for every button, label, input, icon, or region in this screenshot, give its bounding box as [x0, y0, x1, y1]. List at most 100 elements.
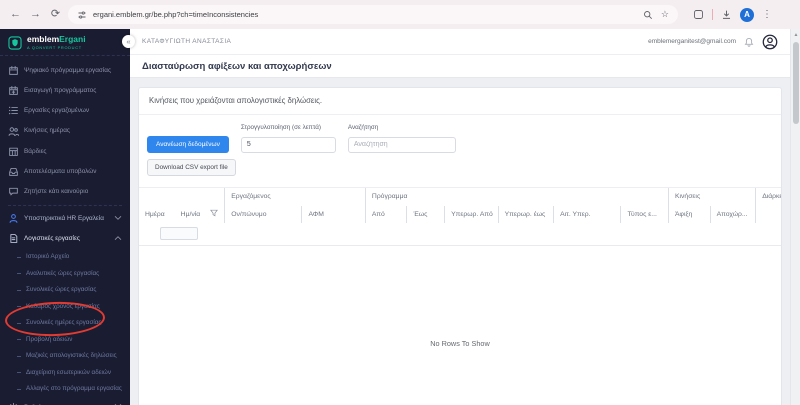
- search-field: Αναζήτηση: [347, 124, 456, 153]
- sidebar-item[interactable]: Ζητήστε κάτι καινούριο: [0, 181, 130, 201]
- grid-column-label: Υπερωρ. έως: [504, 210, 546, 218]
- brand-name: emblemErgani: [27, 34, 86, 44]
- sidebar-item-label: Ζητήστε κάτι καινούριο: [24, 187, 89, 195]
- chrome-actions: A ⋮: [693, 7, 772, 22]
- filter-funnel-icon[interactable]: [210, 209, 219, 219]
- scrollbar-thumb[interactable]: [793, 42, 799, 124]
- sidebar-subitem-label: Διαχείριση εσωτερικών αδειών: [26, 368, 111, 376]
- bullet-dash: [17, 322, 21, 324]
- grid-column-header[interactable]: ΑΦΜ: [301, 205, 364, 223]
- sidebar-subitem-link[interactable]: Διαχείριση εσωτερικών αδειών: [0, 365, 130, 382]
- grid-column-label: Αποχώρ...: [716, 210, 748, 218]
- bullet-dash: [17, 306, 21, 308]
- grid-column-label: Τύπος ε...: [627, 210, 657, 218]
- screen: ← → ⟳ ergani.emblem.gr/be.php?ch=timeInc…: [0, 0, 800, 405]
- sidebar-item[interactable]: Εργασίες εργαζομένων: [0, 101, 130, 121]
- sidebar-collapse-button[interactable]: «: [122, 35, 135, 48]
- sidebar-subitem-label: Προβολή αδειών: [26, 335, 73, 343]
- browser-chrome: ← → ⟳ ergani.emblem.gr/be.php?ch=timeInc…: [0, 0, 800, 29]
- grid-column-group: Εργαζόμενος: [224, 187, 365, 206]
- grid-column-label: Ημέρα: [145, 210, 165, 218]
- url-text: ergani.emblem.gr/be.php?ch=timeInconsist…: [93, 10, 259, 19]
- grid-column-header[interactable]: Υπερωρ. Από: [444, 205, 498, 223]
- zoom-icon[interactable]: [643, 10, 653, 20]
- grid-column-group: Πρόγραμμα: [364, 187, 668, 206]
- chat-icon: [9, 187, 18, 196]
- grid-column-header[interactable]: Από: [364, 205, 407, 223]
- sidebar-item[interactable]: Βάρδιες: [0, 141, 130, 161]
- site-settings-icon[interactable]: [77, 10, 87, 20]
- grid-column-label: Από: [371, 210, 385, 218]
- grid-column-header[interactable]: Ημέρα: [139, 206, 175, 223]
- bullet-dash: [17, 339, 21, 341]
- sidebar-nav: Ψηφιακό πρόγραμμα εργασίας Εισαγωγή προγρ…: [0, 56, 130, 405]
- address-bar[interactable]: ergani.emblem.gr/be.php?ch=timeInconsist…: [68, 5, 678, 24]
- page-scrollbar[interactable]: ▲: [790, 29, 800, 405]
- grid-filter-row: [139, 223, 781, 246]
- grid-column-header[interactable]: Αποχώρ...: [709, 205, 756, 223]
- refresh-data-button[interactable]: Ανανέωση δεδομένων: [147, 135, 229, 153]
- sidebar-subitem-annotated[interactable]: Μαζικές απολογιστικές δηλώσεις: [0, 348, 130, 365]
- scroll-up-icon[interactable]: ▲: [791, 32, 800, 38]
- browser-menu-icon[interactable]: ⋮: [762, 9, 772, 20]
- grid-column-group-empty: [139, 188, 224, 206]
- app-logo[interactable]: emblemErgani A QONVERT PRODUCT: [0, 29, 130, 57]
- grid-column-label: Άφιξη: [675, 210, 693, 218]
- browser-profile-avatar[interactable]: A: [740, 7, 754, 22]
- sidebar-subitem-link[interactable]: Συνολικές ημέρες εργασίας: [0, 315, 130, 332]
- chevron-up-icon: [114, 235, 122, 243]
- tasks-list-icon: [8, 107, 18, 115]
- grid-column-header[interactable]: Ον/πώνυμο: [224, 205, 301, 223]
- download-icon[interactable]: [721, 9, 732, 20]
- sidebar-item[interactable]: Ψηφιακό πρόγραμμα εργασίας: [0, 60, 130, 80]
- grid-column-label: Ημ/νία: [180, 210, 201, 218]
- grid-column-header[interactable]: Άφιξη: [668, 205, 710, 223]
- sidebar-item[interactable]: Ρυθμίσεις: [0, 398, 130, 405]
- user-avatar[interactable]: [762, 34, 778, 50]
- tab-search-icon[interactable]: [693, 9, 704, 20]
- page-title: Διασταύρωση αφίξεων και αποχωρήσεων: [142, 60, 332, 72]
- bookmark-star-icon[interactable]: ☆: [661, 10, 669, 19]
- sidebar-subitem-label: Αλλαγές στο πρόγραμμα εργασίας: [26, 385, 122, 393]
- main-area: ΚΑΤΑΦΥΓΙΩΤΗ ΑΝΑΣΤΑΣΙΑ emblemerganitest@g…: [130, 29, 790, 405]
- rounding-input[interactable]: [240, 136, 336, 153]
- top-bar: ΚΑΤΑΦΥΓΙΩΤΗ ΑΝΑΣΤΑΣΙΑ emblemerganitest@g…: [130, 29, 790, 55]
- sidebar-item[interactable]: Αποτελέσματα υποβολών: [0, 161, 130, 181]
- card-controls: Ανανέωση δεδομένων Στρογγυλοποίηση (σε λ…: [139, 115, 781, 176]
- sidebar-item-label: Υποστηρικτικά HR Εργαλεία: [24, 215, 104, 223]
- sidebar-subitem-link[interactable]: Αναλυτικές ώρες εργασίας: [0, 266, 130, 283]
- sidebar-subitem-link[interactable]: Συνολικές ώρες εργασίας: [0, 282, 130, 299]
- bell-icon[interactable]: [744, 37, 754, 47]
- sidebar-item[interactable]: Λογιστικές εργασίες: [0, 229, 130, 249]
- grid-column-header[interactable]: Έως: [406, 205, 444, 223]
- search-input[interactable]: [347, 136, 456, 153]
- data-grid: ΕργαζόμενοςΠρόγραμμαΚινήσειςΔιάρκεια Ημέ…: [139, 186, 781, 348]
- grid-column-header[interactable]: Αιτ. Υπερ.: [553, 205, 620, 223]
- date-filter-input[interactable]: [160, 226, 198, 240]
- grid-column-header[interactable]: Τύπος ε...: [620, 205, 668, 223]
- back-icon[interactable]: ←: [8, 9, 23, 20]
- sidebar-item[interactable]: Κινήσεις ημέρας: [0, 121, 130, 141]
- grid-column-label: Έως: [413, 210, 428, 218]
- brand-subtitle: A QONVERT PRODUCT: [27, 45, 82, 51]
- download-csv-button[interactable]: Download CSV export file: [147, 158, 236, 176]
- sidebar-subitem-link[interactable]: Προβολή αδειών: [0, 332, 130, 349]
- forward-icon[interactable]: →: [28, 9, 43, 20]
- sidebar-subitem-label: Μαζικές απολογιστικές δηλώσεις: [26, 352, 117, 360]
- bullet-dash: [17, 256, 21, 258]
- grid-column-header[interactable]: Ημ/νία: [175, 206, 225, 223]
- sidebar-item-label: Κινήσεις ημέρας: [24, 127, 70, 135]
- sidebar-item[interactable]: Υποστηρικτικά HR Εργαλεία: [0, 209, 130, 229]
- sidebar-subitem-link[interactable]: Αλλαγές στο πρόγραμμα εργασίας: [0, 381, 130, 398]
- sidebar-item-label: Λογιστικές εργασίες: [24, 235, 80, 243]
- grid-column-label: Ον/πώνυμο: [231, 210, 267, 218]
- sidebar-subitem-link[interactable]: Καθαρός χρόνος εργασίας: [0, 299, 130, 316]
- sidebar-item[interactable]: Εισαγωγή προγράμματος: [0, 81, 130, 101]
- sidebar-item-label: Αποτελέσματα υποβολών: [24, 167, 97, 175]
- page-title-bar: Διασταύρωση αφίξεων και αποχωρήσεων: [130, 55, 790, 78]
- grid-column-header[interactable]: Υπερωρ. έως: [497, 205, 553, 223]
- sidebar-subitem-link[interactable]: Ιστορικό Αρχείο: [0, 249, 130, 266]
- grid-column-header[interactable]: [755, 205, 781, 223]
- reload-icon[interactable]: ⟳: [48, 9, 63, 20]
- shield-logo-icon: [8, 36, 22, 50]
